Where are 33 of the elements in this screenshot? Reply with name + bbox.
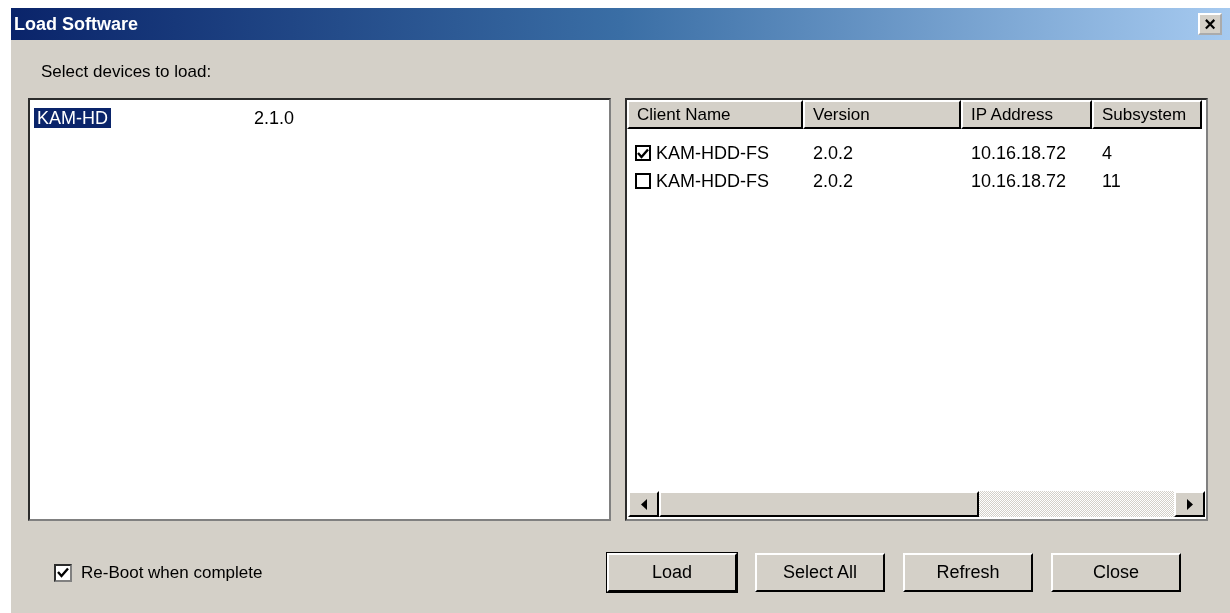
row-checkbox[interactable] [635, 145, 651, 161]
table-cell-text: 4 [1101, 142, 1113, 164]
table-cell-text: 2.0.2 [812, 142, 855, 164]
scroll-thumb[interactable] [659, 491, 979, 517]
device-version: 2.1.0 [254, 107, 295, 129]
table-cell-text: 2.0.2 [812, 170, 855, 192]
device-name[interactable]: KAM-HD [34, 107, 111, 128]
close-button[interactable]: × [1198, 13, 1222, 35]
check-icon [637, 147, 649, 159]
check-icon [57, 567, 69, 578]
column-header[interactable]: Client Name [627, 100, 803, 129]
column-header[interactable]: Version [803, 100, 961, 129]
column-header[interactable]: IP Address [961, 100, 1092, 129]
column-header[interactable]: Subsystem [1092, 100, 1202, 129]
table-cell: KAM-HDD-FS [656, 142, 769, 164]
scroll-right-button[interactable] [1174, 491, 1205, 517]
table-cell-text: 11 [1101, 170, 1122, 192]
row-checkbox[interactable] [635, 173, 651, 189]
horizontal-scrollbar[interactable] [628, 491, 1205, 517]
table-cell: KAM-HDD-FS [656, 170, 769, 192]
right-arrow-icon [1186, 498, 1193, 510]
dialog-button[interactable]: Select All [755, 553, 885, 592]
prompt-label: Select devices to load: [41, 62, 213, 82]
reboot-label: Re-Boot when complete [81, 562, 263, 583]
dialog-button[interactable]: Load [607, 553, 737, 592]
window-title: Load Software [14, 13, 138, 35]
dialog-button[interactable]: Close [1051, 553, 1181, 592]
dialog-button[interactable]: Refresh [903, 553, 1033, 592]
left-arrow-icon [640, 498, 647, 510]
reboot-checkbox[interactable] [54, 563, 72, 582]
table-cell-text: 10.16.18.72 [970, 170, 1068, 192]
scroll-left-button[interactable] [628, 491, 659, 517]
table-cell-text: 10.16.18.72 [970, 142, 1068, 164]
